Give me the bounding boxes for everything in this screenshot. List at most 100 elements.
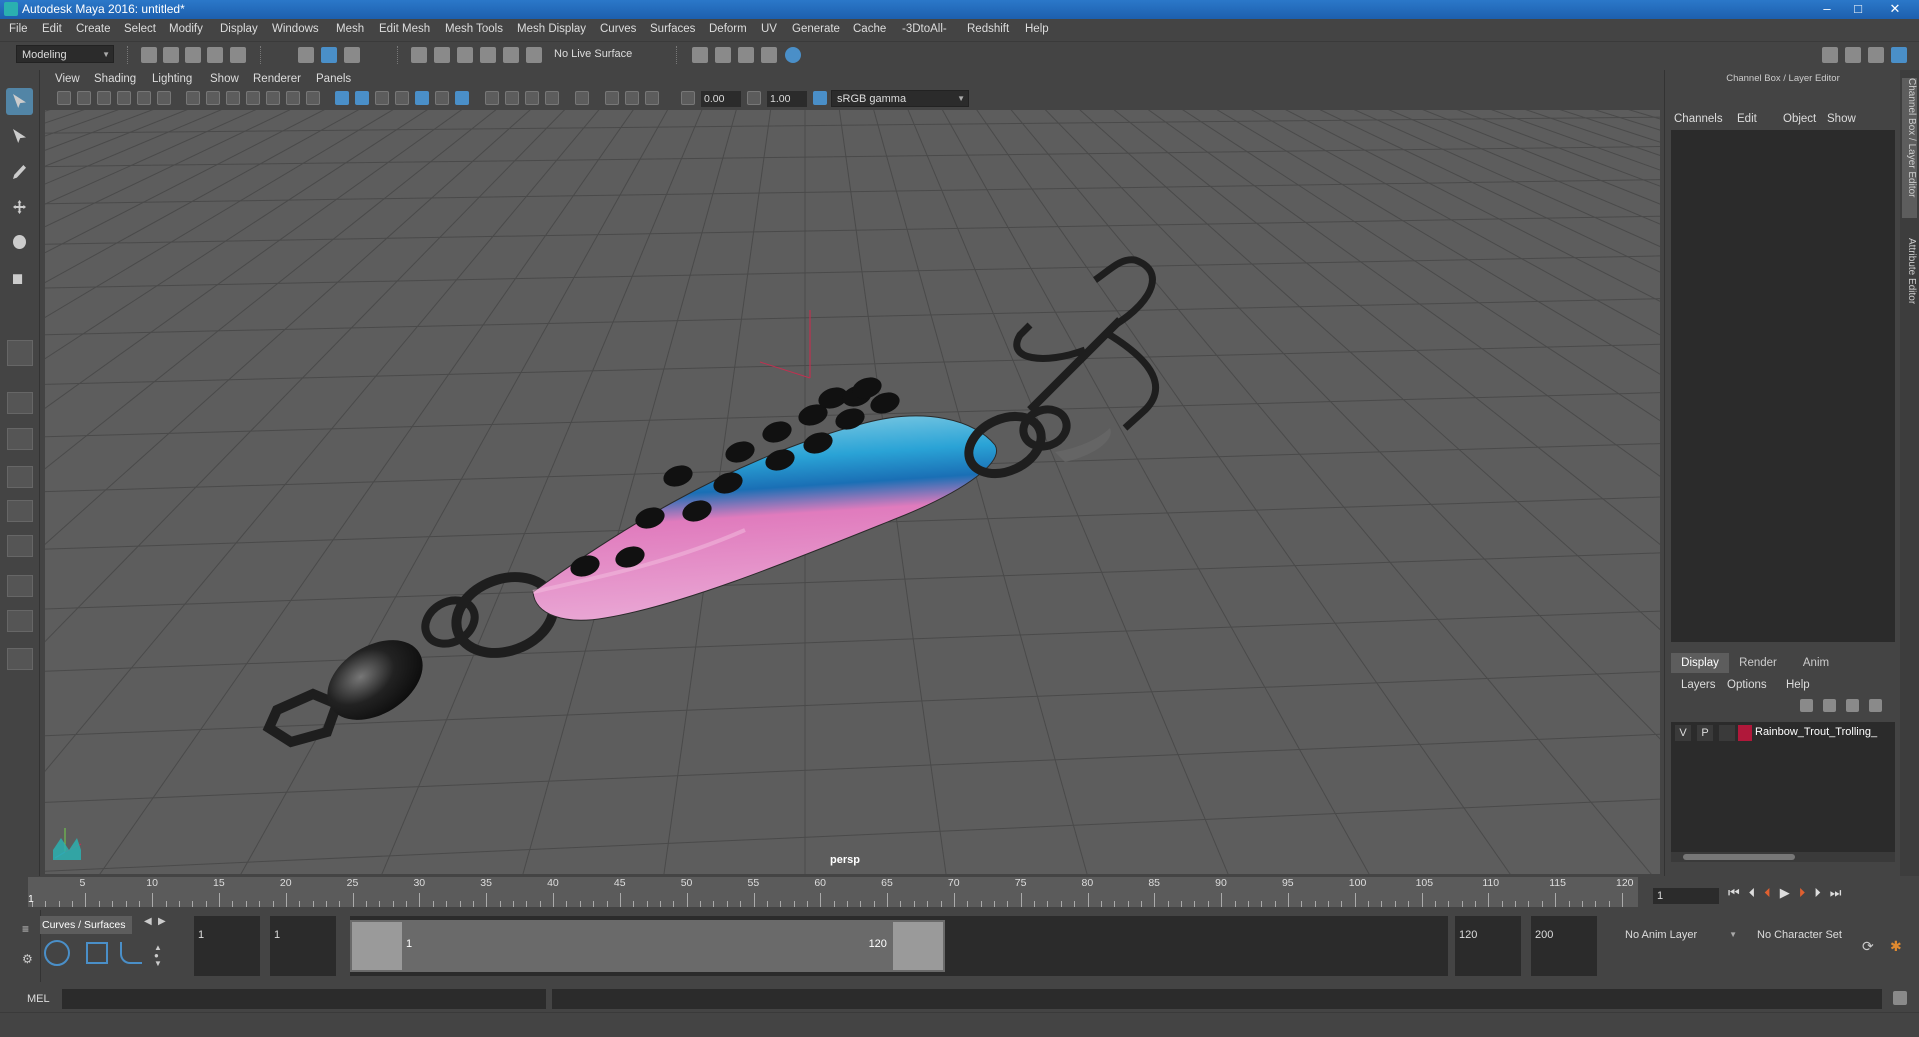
layer-list-scrollbar[interactable] xyxy=(1671,852,1895,862)
start-time-field[interactable]: 1 xyxy=(194,916,260,976)
render-view-icon[interactable] xyxy=(692,47,708,63)
render-frame-icon[interactable] xyxy=(715,47,731,63)
perspective-outliner-layout-button[interactable] xyxy=(7,428,33,450)
menu-cache[interactable]: Cache xyxy=(853,23,886,35)
snap-surface-icon[interactable] xyxy=(503,47,519,63)
viewport-menu-renderer[interactable]: Renderer xyxy=(253,73,301,85)
menu-select[interactable]: Select xyxy=(124,23,156,35)
tool-settings-toggle-icon[interactable] xyxy=(1868,47,1884,63)
layer-row[interactable]: V P Rainbow_Trout_Trolling_ xyxy=(1671,722,1895,744)
channel-menu-channels[interactable]: Channels xyxy=(1674,113,1723,125)
color-management-icon[interactable] xyxy=(813,91,827,105)
viewport-persp[interactable]: persp xyxy=(45,110,1660,874)
smooth-shade-icon[interactable] xyxy=(355,91,369,105)
image-plane-icon[interactable] xyxy=(117,91,131,105)
lock-camera-icon[interactable] xyxy=(77,91,91,105)
ipr-render-icon[interactable] xyxy=(738,47,754,63)
single-perspective-layout-button[interactable] xyxy=(7,340,33,366)
select-tool-button[interactable] xyxy=(6,88,33,115)
render-settings-icon[interactable] xyxy=(761,47,777,63)
side-tab-channel-box[interactable]: Channel Box / Layer Editor xyxy=(1902,78,1917,218)
channel-menu-object[interactable]: Object xyxy=(1783,113,1816,125)
layer-reference-toggle[interactable] xyxy=(1719,725,1735,741)
go-to-end-button[interactable]: ⏭ xyxy=(1830,885,1851,900)
exposure-field[interactable]: 0.00 xyxy=(701,91,741,107)
redo-icon[interactable] xyxy=(230,47,246,63)
open-scene-icon[interactable] xyxy=(163,47,179,63)
new-scene-icon[interactable] xyxy=(141,47,157,63)
menu-uv[interactable]: UV xyxy=(761,23,777,35)
step-back-frame-button[interactable]: ⏴ xyxy=(1749,885,1765,900)
cv-curve-icon[interactable] xyxy=(120,942,142,964)
tab-anim[interactable]: Anim xyxy=(1787,653,1845,673)
camera-icon[interactable] xyxy=(57,91,71,105)
channel-box-area[interactable] xyxy=(1671,130,1895,642)
layer-menu-options[interactable]: Options xyxy=(1727,679,1767,691)
uv-editor-layout-button[interactable] xyxy=(7,535,33,557)
scale-tool-button[interactable] xyxy=(6,264,33,291)
xray-components-icon[interactable] xyxy=(625,91,639,105)
close-button[interactable]: ✕ xyxy=(1880,0,1910,18)
bookmark-icon[interactable] xyxy=(97,91,111,105)
go-to-start-button[interactable]: ⏮ xyxy=(1728,885,1749,900)
hypershade-icon[interactable] xyxy=(785,47,801,63)
viewport-menu-panels[interactable]: Panels xyxy=(316,73,351,85)
playback-end-field[interactable]: 120 xyxy=(1455,916,1521,976)
viewport-menu-shading[interactable]: Shading xyxy=(94,73,136,85)
lasso-tool-button[interactable] xyxy=(6,123,33,150)
range-start-grip[interactable] xyxy=(352,922,402,970)
mode-selector[interactable]: Modeling ▼ xyxy=(16,45,114,63)
step-forward-key-button[interactable]: ⏵ xyxy=(1799,885,1815,900)
current-frame-field[interactable]: 1 xyxy=(1653,888,1719,904)
attribute-editor-toggle-icon[interactable] xyxy=(1845,47,1861,63)
move-layer-up-icon[interactable] xyxy=(1800,699,1813,712)
menu-mesh-tools[interactable]: Mesh Tools xyxy=(445,23,503,35)
safe-title-icon[interactable] xyxy=(306,91,320,105)
color-space-dropdown[interactable]: sRGB gamma ▼ xyxy=(831,90,969,107)
shelf-prev-arrow-icon[interactable]: ◀ xyxy=(144,916,152,927)
script-language-label[interactable]: MEL xyxy=(27,993,50,1005)
backface-icon[interactable] xyxy=(645,91,659,105)
paint-select-tool-button[interactable] xyxy=(6,159,33,186)
menu-mesh-display[interactable]: Mesh Display xyxy=(517,23,586,35)
animation-preferences-icon[interactable]: ✱ xyxy=(1890,938,1902,955)
channel-box-toggle-icon[interactable] xyxy=(1891,47,1907,63)
select-component-icon[interactable] xyxy=(344,47,360,63)
select-object-icon[interactable] xyxy=(321,47,337,63)
undo-icon[interactable] xyxy=(207,47,223,63)
menu-modify[interactable]: Modify xyxy=(169,23,203,35)
menu-file[interactable]: File xyxy=(9,23,28,35)
channel-menu-edit[interactable]: Edit xyxy=(1737,113,1757,125)
node-editor-layout-button[interactable] xyxy=(7,575,33,597)
shelf-tab-curves-surfaces[interactable]: Curves / Surfaces xyxy=(40,916,132,934)
play-button[interactable]: ▶ xyxy=(1780,885,1799,900)
shadows-icon[interactable] xyxy=(435,91,449,105)
layer-playback-toggle[interactable]: P xyxy=(1697,725,1713,741)
live-surface-field[interactable]: No Live Surface xyxy=(549,45,653,63)
character-set-dropdown[interactable]: No Character Set xyxy=(1752,916,1876,976)
shelf-next-arrow-icon[interactable]: ▶ xyxy=(158,916,166,927)
menu-windows[interactable]: Windows xyxy=(272,23,319,35)
collapse-layouts-button[interactable] xyxy=(7,648,33,670)
move-tool-button[interactable] xyxy=(6,194,33,221)
rotate-tool-button[interactable] xyxy=(6,229,33,256)
perspective-graph-layout-button[interactable] xyxy=(7,466,33,488)
xray-joints-icon[interactable] xyxy=(605,91,619,105)
grid-icon[interactable] xyxy=(186,91,200,105)
script-editor-icon[interactable] xyxy=(1893,991,1907,1005)
resolution-gate-icon[interactable] xyxy=(226,91,240,105)
mel-command-input[interactable] xyxy=(62,989,546,1009)
field-chart-icon[interactable] xyxy=(266,91,280,105)
four-view-layout-button[interactable] xyxy=(7,392,33,414)
menu-mesh[interactable]: Mesh xyxy=(336,23,364,35)
film-gate-icon[interactable] xyxy=(206,91,220,105)
tab-render[interactable]: Render xyxy=(1729,653,1787,673)
anim-layer-dropdown[interactable]: No Anim Layer ▼ xyxy=(1620,916,1740,976)
time-slider[interactable]: 5 10 15 20 25 30 35 40 45 50 55 60 65 70 75 80 85 90 95 100… xyxy=(28,877,1638,907)
step-forward-frame-button[interactable]: ⏵ xyxy=(1814,885,1830,900)
modeling-toolkit-icon[interactable] xyxy=(1822,47,1838,63)
save-scene-icon[interactable] xyxy=(185,47,201,63)
new-layer-icon[interactable] xyxy=(1846,699,1859,712)
step-back-key-button[interactable]: ⏴ xyxy=(1764,885,1780,900)
2d-pan-zoom-icon[interactable] xyxy=(137,91,151,105)
